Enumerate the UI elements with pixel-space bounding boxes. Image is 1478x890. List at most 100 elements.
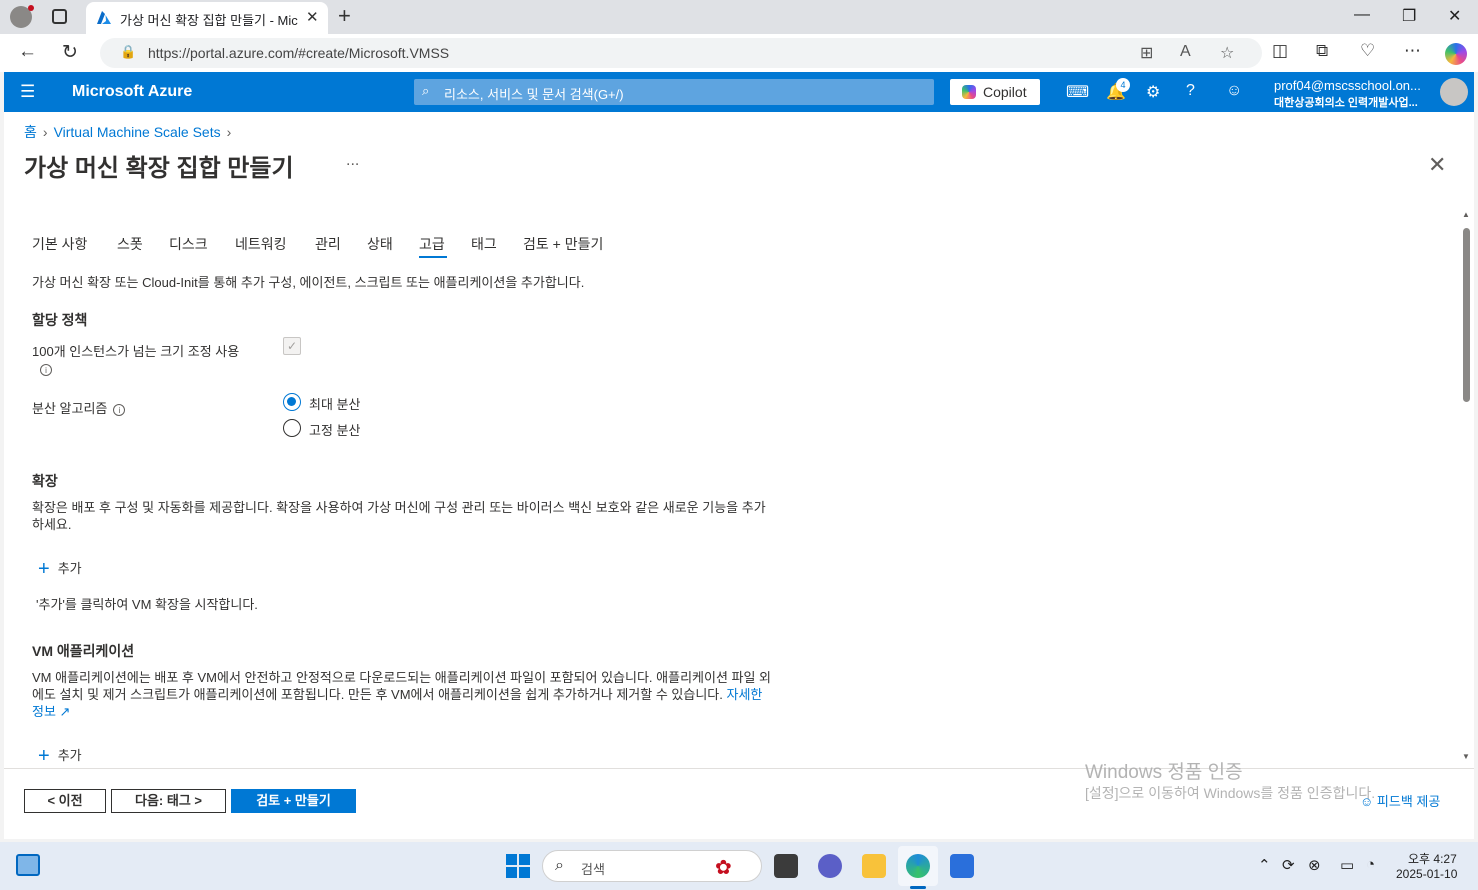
close-blade-icon[interactable]: ✕ [1428,152,1446,178]
add-vm-app-button[interactable]: + 추가 [38,745,82,768]
tab-tags[interactable]: 태그 [471,234,497,254]
cloud-shell-icon[interactable]: ⌨ [1066,82,1089,102]
tab-basics[interactable]: 기본 사항 [32,234,87,254]
portal-menu-icon[interactable]: ☰ [20,82,35,102]
url-text[interactable]: https://portal.azure.com/#create/Microso… [148,45,449,61]
tab-disks[interactable]: 디스크 [169,234,208,254]
new-tab-icon[interactable]: + [338,3,351,29]
start-button[interactable] [506,854,530,878]
favorite-star-icon[interactable]: ☆ [1220,43,1234,63]
radio-fixed-spread[interactable] [283,419,301,437]
read-aloud-icon[interactable]: A [1180,43,1191,61]
edge-icon[interactable] [906,854,930,878]
brand-title[interactable]: Microsoft Azure [72,83,192,101]
next-tags-button[interactable]: 다음: 태그 > [111,789,226,813]
search-icon: ⌕ [422,83,430,98]
close-circle-icon[interactable]: ⊗ [1308,856,1321,874]
search-highlight-icon: ✿ [715,857,732,879]
tab-networking[interactable]: 네트워킹 [235,234,287,254]
extensions-heading: 확장 [32,473,58,489]
chevron-up-icon[interactable]: ⌃ [1258,856,1271,874]
vm-apps-heading: VM 애플리케이션 [32,643,135,659]
help-icon[interactable]: ? [1186,82,1195,100]
settings-more-icon[interactable]: ⋯ [1404,41,1421,61]
wizard-footer: Windows 정품 인증 [설정]으로 이동하여 Windows를 정품 인증… [4,762,1474,839]
info-icon[interactable]: i [40,364,52,377]
volume-icon[interactable]: ◔ [1366,856,1375,873]
tab-spot[interactable]: 스폿 [117,234,143,254]
extensions-text: 확장은 배포 후 구성 및 자동화를 제공합니다. 확장을 사용하여 가상 머신… [32,500,766,532]
feedback-icon[interactable]: ☺ [1226,82,1242,100]
radio-max-spread[interactable] [283,393,301,411]
store-icon[interactable] [950,854,974,878]
address-bar[interactable]: 🔒 https://portal.azure.com/#create/Micro… [100,38,1262,68]
avatar[interactable] [1440,78,1468,106]
breadcrumb-home[interactable]: 홈 [24,124,37,140]
browser-tab[interactable]: 가상 머신 확장 집합 만들기 - Mic ✕ [86,2,328,34]
scrollbar-thumb[interactable] [1463,228,1470,402]
settings-gear-icon[interactable]: ⚙ [1146,82,1160,102]
tab-advanced[interactable]: 고급 [419,234,445,254]
tab-review-create[interactable]: 검토 + 만들기 [523,234,603,254]
task-view-icon[interactable] [774,854,798,878]
active-tab-indicator [419,256,447,258]
radio-max-spread-label[interactable]: 최대 분산 [309,394,360,413]
sync-icon[interactable]: ⟳ [1282,856,1295,874]
browser-essentials-icon[interactable]: ♡ [1360,41,1375,61]
account-directory[interactable]: 대한상공회의소 인력개발사업... [1274,94,1418,110]
chevron-right-icon: › [226,124,232,140]
tab-management[interactable]: 관리 [315,234,341,254]
notification-badge: 4 [1116,78,1130,92]
refresh-icon[interactable]: ↻ [62,41,78,64]
clock-time[interactable]: 오후 4:27 [1408,850,1457,867]
taskbar-search[interactable]: ⌕ 검색 ✿ [542,850,762,882]
widgets-icon[interactable] [16,854,40,876]
copilot-sidebar-icon[interactable] [1445,43,1467,65]
review-create-button[interactable]: 검토 + 만들기 [231,789,356,813]
breadcrumb-vmss[interactable]: Virtual Machine Scale Sets [54,124,221,140]
scroll-down-arrow-icon[interactable]: ▼ [1462,752,1470,761]
split-screen-icon[interactable]: ◫ [1272,41,1288,61]
teams-chat-icon[interactable] [818,854,842,878]
file-explorer-icon[interactable] [862,854,886,878]
page-title: 가상 머신 확장 집합 만들기 [24,155,294,182]
add-extension-button[interactable]: + 추가 [38,558,82,581]
feedback-link[interactable]: ☺ 피드백 제공 [1360,791,1440,810]
address-bar-row: ← ↻ 🔒 https://portal.azure.com/#create/M… [0,34,1478,72]
restore-icon[interactable]: ❐ [1402,6,1416,26]
close-tab-icon[interactable]: ✕ [306,8,319,26]
clock-date[interactable]: 2025-01-10 [1396,867,1457,881]
window-close-icon[interactable]: ✕ [1448,6,1461,26]
scale-checkbox[interactable]: ✓ [283,337,301,355]
feedback-label: 피드백 제공 [1376,794,1441,809]
add-vm-app-label: 추가 [57,748,82,763]
start-tile [519,867,530,878]
info-icon[interactable]: i [113,403,126,416]
radio-fixed-spread-label[interactable]: 고정 분산 [309,420,360,439]
global-search-input[interactable]: ⌕ 리소스, 서비스 및 문서 검색(G+/) [414,79,934,105]
allocation-heading: 할당 정책 [32,312,88,328]
chevron-right-icon: › [42,124,48,140]
tab-health[interactable]: 상태 [367,234,393,254]
network-icon[interactable]: ▭ [1340,856,1354,874]
main-content: 홈 › Virtual Machine Scale Sets › 가상 머신 확장 집… [4,112,1474,839]
collections-icon[interactable]: ⧉ [1316,41,1328,61]
lock-icon[interactable]: 🔒 [120,44,136,60]
account-name[interactable]: prof04@mscsschool.on... [1274,78,1421,93]
feedback-icon: ☺ [1360,794,1374,809]
back-icon[interactable]: ← [18,41,37,63]
tab-actions-icon[interactable] [52,9,67,24]
spread-label: 분산 알고리즘 i [32,398,126,417]
search-placeholder: 리소스, 서비스 및 문서 검색(G+/) [444,87,624,102]
start-tile [506,867,517,878]
previous-button[interactable]: < 이전 [24,789,106,813]
start-tile [519,854,530,865]
minimize-icon[interactable]: — [1354,6,1370,24]
active-app-indicator [910,886,926,889]
scroll-up-arrow-icon[interactable]: ▲ [1462,210,1470,219]
more-options-icon[interactable]: ... [346,152,359,170]
copilot-button[interactable]: Copilot [950,79,1040,105]
app-available-icon[interactable]: ⊞ [1140,43,1153,63]
breadcrumb: 홈 › Virtual Machine Scale Sets › [24,122,237,142]
taskbar-search-label: 검색 [581,862,605,877]
